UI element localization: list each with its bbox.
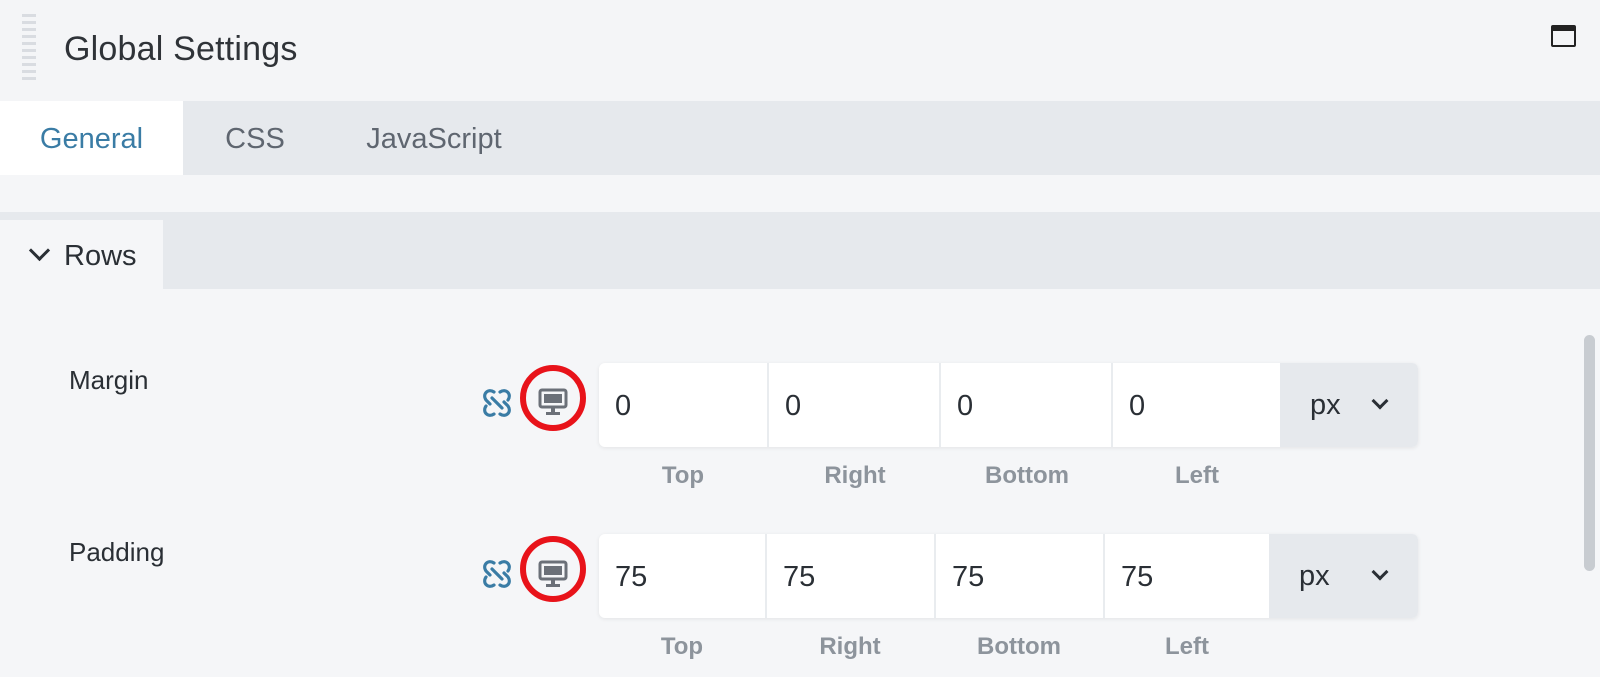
section-header-bar: Rows	[0, 212, 1600, 289]
padding-bottom-input[interactable]: 75	[936, 534, 1105, 618]
margin-bottom-input[interactable]: 0	[941, 363, 1113, 447]
margin-input-group: 0 0 0 0 px	[599, 363, 1418, 447]
padding-unit-select[interactable]: px	[1269, 534, 1418, 618]
tab-javascript[interactable]: JavaScript	[350, 101, 518, 175]
padding-left-input[interactable]: 75	[1105, 534, 1269, 618]
chevron-down-icon	[28, 239, 51, 262]
scrollbar[interactable]	[1584, 335, 1595, 571]
section-toggle-rows[interactable]: Rows	[0, 220, 163, 289]
margin-top-input[interactable]: 0	[599, 363, 769, 447]
margin-left-input[interactable]: 0	[1113, 363, 1280, 447]
tab-bar: General CSS JavaScript	[0, 101, 1600, 175]
padding-right-label: Right	[819, 633, 881, 660]
unit-label: px	[1299, 560, 1330, 592]
margin-top-label: Top	[661, 462, 705, 489]
panel-title: Global Settings	[64, 30, 298, 68]
padding-label: Padding	[69, 537, 165, 567]
margin-left-label: Left	[1175, 462, 1219, 489]
padding-input-group: 75 75 75 75 px	[599, 534, 1418, 618]
window-maximize-icon[interactable]	[1551, 25, 1576, 47]
desktop-monitor-icon[interactable]	[538, 388, 568, 416]
padding-left-label: Left	[1165, 633, 1209, 660]
chevron-down-icon	[1371, 392, 1389, 410]
drag-handle[interactable]	[22, 14, 36, 82]
margin-bottom-label: Bottom	[985, 462, 1069, 489]
link-icon[interactable]	[480, 557, 514, 591]
section-label: Rows	[64, 240, 137, 272]
margin-right-input[interactable]: 0	[769, 363, 941, 447]
padding-top-label: Top	[660, 633, 704, 660]
tab-css[interactable]: CSS	[200, 101, 310, 175]
padding-right-input[interactable]: 75	[767, 534, 936, 618]
chevron-down-icon	[1371, 563, 1389, 581]
link-icon[interactable]	[480, 386, 514, 420]
margin-unit-select[interactable]: px	[1280, 363, 1418, 447]
margin-label: Margin	[69, 365, 149, 395]
unit-label: px	[1310, 389, 1341, 421]
padding-bottom-label: Bottom	[977, 633, 1061, 660]
tab-general[interactable]: General	[0, 101, 183, 175]
margin-right-label: Right	[824, 462, 886, 489]
panel-header: Global Settings	[0, 0, 1600, 101]
desktop-monitor-icon[interactable]	[538, 560, 568, 588]
padding-top-input[interactable]: 75	[599, 534, 767, 618]
